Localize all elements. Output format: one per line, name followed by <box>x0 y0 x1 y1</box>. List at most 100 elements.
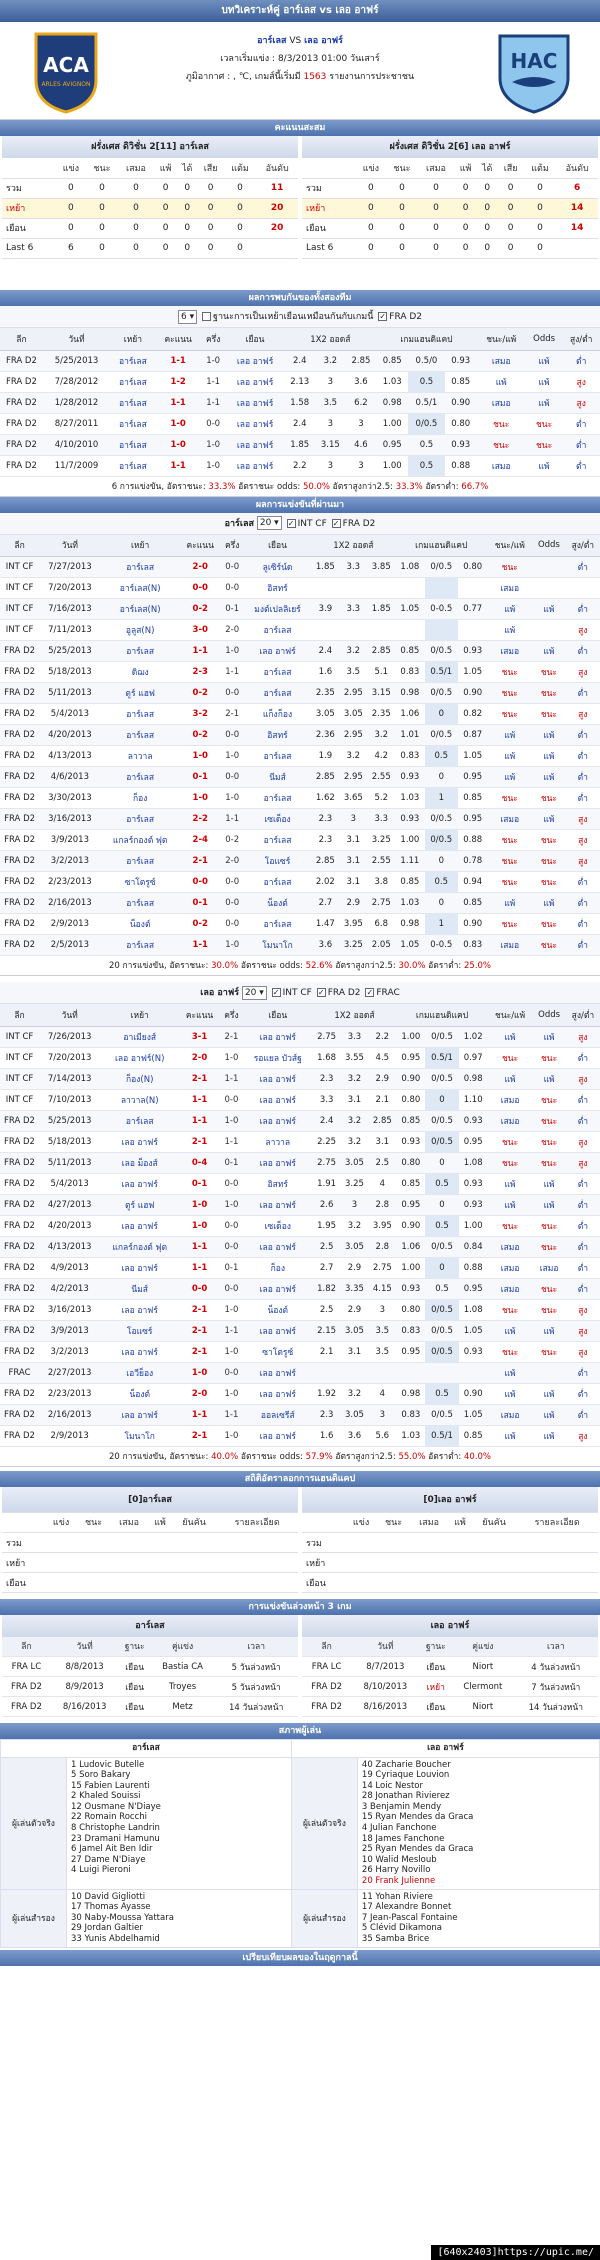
score-link[interactable]: 1-0 <box>179 745 221 767</box>
score-link[interactable]: 0-0 <box>179 577 221 599</box>
row-label[interactable]: Last 6 <box>302 238 356 259</box>
match-row[interactable]: FRA D2 2/23/2013 น็องต์ 2-0 1-0 เลอ อาฟร์ 1.92… <box>0 1383 600 1405</box>
home-team-link[interactable]: เลอ อาฟร์(N) <box>100 1047 180 1069</box>
home-team-link[interactable]: อาร์เลส <box>100 724 180 746</box>
score-link[interactable]: 1-1 <box>155 350 201 372</box>
score-link[interactable]: 2-0 <box>179 556 221 578</box>
away-team-link[interactable]: น็องต์ <box>243 892 312 914</box>
home-team-link[interactable]: อาร์เลส <box>110 350 156 372</box>
fixture-row[interactable]: FRA LC 8/8/2013 เยือน Bastia CA 5 วันล่วงหน้… <box>2 1656 298 1677</box>
score-link[interactable]: 2-1 <box>179 1131 221 1153</box>
home-team-link[interactable]: เลอ อาฟร์ <box>100 1341 180 1363</box>
match-row[interactable]: INT CF 7/27/2013 อาร์เลส 2-0 0-0 ลูเซิร์น์ด 1.… <box>0 556 600 578</box>
score-link[interactable]: 3-2 <box>179 703 221 725</box>
score-link[interactable]: 1-1 <box>179 1404 221 1426</box>
away-frac-checkbox[interactable]: ✓ <box>365 988 375 997</box>
score-link[interactable]: 1-1 <box>179 640 221 662</box>
home-recent-count-select[interactable]: 20 ▾ <box>256 516 282 530</box>
home-team-link[interactable]: อาร์เลส <box>100 556 180 578</box>
home-team-link[interactable]: เอวีย็อง <box>100 1362 180 1384</box>
match-row[interactable]: FRA D2 3/16/2013 เลอ อาฟร์ 2-1 1-0 น็องต์ 2.5 2… <box>0 1299 600 1321</box>
score-link[interactable]: 1-1 <box>179 1257 221 1279</box>
away-team-link[interactable]: เลอ อาฟร์ <box>242 1362 313 1384</box>
match-row[interactable]: FRA D2 4/27/2013 ตูร์ แฮฟ 1-0 1-0 เลอ อาฟร์ 2.… <box>0 1194 600 1216</box>
away-team-link[interactable]: เลอ อาฟร์ <box>225 371 285 393</box>
score-link[interactable]: 1-0 <box>179 1362 221 1384</box>
away-team-link[interactable]: เลอ อาฟร์ <box>242 1236 313 1258</box>
score-link[interactable]: 0-1 <box>179 1173 221 1195</box>
home-team-link[interactable]: เลอ อาฟร์ <box>100 1131 180 1153</box>
away-team-link[interactable]: อิสทร์ <box>243 577 312 599</box>
away-team-link[interactable]: อาร์เลส <box>243 829 312 851</box>
same-venue-checkbox[interactable] <box>201 312 211 321</box>
score-link[interactable]: 2-1 <box>179 1299 221 1321</box>
opponent-link[interactable]: Niort <box>452 1656 514 1677</box>
away-team-link[interactable]: อาร์เลส <box>243 787 312 809</box>
away-team-link[interactable]: เลอ อาฟร์ <box>242 1320 313 1342</box>
score-link[interactable]: 1-2 <box>155 371 201 393</box>
home-team-link[interactable]: ก็อง <box>100 787 180 809</box>
match-row[interactable]: FRA D2 5/4/2013 อาร์เลส 3-2 2-1 แก็งก็อง 3.05 3… <box>0 703 600 725</box>
home-team-link[interactable]: อาร์เลส <box>100 850 180 872</box>
home-team-link[interactable]: เลอ อาฟร์ <box>100 1404 180 1426</box>
away-team-link[interactable]: อาร์เลส <box>243 661 312 683</box>
match-row[interactable]: FRA D2 5/11/2013 ตูร์ แฮฟ 0-2 0-0 อาร์เลส 2.35… <box>0 682 600 704</box>
home-team-link[interactable]: เลอ ม็องส์ <box>100 1152 180 1174</box>
fixture-row[interactable]: FRA D2 8/10/2013 เหย้า Clermont 7 วันล่วงหน้… <box>302 1676 598 1697</box>
home-team-link[interactable]: แกลร์กองต์ ฟุต <box>100 829 180 851</box>
row-label[interactable]: รวม <box>302 178 356 199</box>
match-row[interactable]: FRA D2 5/18/2013 เลอ อาฟร์ 2-1 1-1 ลาวาล 2.25 3… <box>0 1131 600 1153</box>
home-team-link[interactable]: นีมส์ <box>100 1278 180 1300</box>
home-team-link[interactable]: อูลูส(N) <box>100 619 180 641</box>
score-link[interactable]: 2-1 <box>179 1341 221 1363</box>
away-team-link[interactable]: เลอ อาฟร์ <box>242 1152 313 1174</box>
away-team-link[interactable]: เซเด็อง <box>242 1215 313 1237</box>
away-team-link[interactable]: เลอ อาฟร์ <box>242 1194 313 1216</box>
away-team-link[interactable]: ซาโตรูซ์ <box>242 1341 313 1363</box>
home-team-link[interactable]: โมนาโก <box>100 1425 180 1447</box>
match-row[interactable]: FRA D2 4/13/2013 ลาวาล 1-0 1-0 อาร์เลส 1.9 3.2 4… <box>0 745 600 767</box>
score-link[interactable]: 1-1 <box>179 1089 221 1111</box>
away-team-link[interactable]: โอแซร์ <box>243 850 312 872</box>
home-team-link[interactable]: อาร์เลส <box>100 1110 180 1132</box>
match-row[interactable]: INT CF 7/10/2013 ลาวาล(N) 1-1 0-0 เลอ อาฟร์ 3.… <box>0 1089 600 1111</box>
away-team-link[interactable]: เลอ อาฟร์ <box>242 1089 313 1111</box>
home-team-link[interactable]: แกลร์กองต์ ฟุต <box>100 1236 180 1258</box>
away-team-link[interactable]: อาร์เลส <box>243 745 312 767</box>
score-link[interactable]: 0-1 <box>179 766 221 788</box>
home-team-link[interactable]: อาร์เลส <box>100 892 180 914</box>
score-link[interactable]: 2-1 <box>179 1068 221 1090</box>
home-team-link[interactable]: ลาวาล(N) <box>100 1089 180 1111</box>
home-team-link[interactable]: อาเมียงส์ <box>100 1026 180 1048</box>
opponent-link[interactable]: Clermont <box>452 1676 514 1697</box>
away-team-link[interactable]: ลูเซิร์น์ด <box>243 556 312 578</box>
away-team-link[interactable]: โมนาโก <box>243 934 312 956</box>
match-row[interactable]: FRA D2 5/18/2013 ดิฌง 2-3 1-1 อาร์เลส 1.6 3.5 5.… <box>0 661 600 683</box>
away-team-link[interactable]: เลอ อาฟร์ <box>242 1278 313 1300</box>
away-team-link[interactable]: ออลเซรีส์ <box>242 1404 313 1426</box>
away-team-link[interactable]: มงต์เปลลิเยร์ <box>243 598 312 620</box>
opponent-link[interactable]: Bastia CA <box>150 1656 215 1677</box>
score-link[interactable]: 1-0 <box>179 787 221 809</box>
match-row[interactable]: FRA D2 4/10/2010 อาร์เลส 1-0 1-0 เลอ อาฟร์ 1.8… <box>0 434 600 456</box>
home-team-link[interactable]: อาร์เลส <box>257 36 286 46</box>
score-link[interactable]: 0-2 <box>179 598 221 620</box>
match-row[interactable]: FRA D2 4/2/2013 นีมส์ 0-0 0-0 เลอ อาฟร์ 1.82 3.… <box>0 1278 600 1300</box>
away-team-link[interactable]: อิสทร์ <box>242 1173 313 1195</box>
away-team-link[interactable]: เลอ อาฟร์ <box>242 1425 313 1447</box>
match-row[interactable]: FRA D2 5/25/2013 อาร์เลส 1-1 1-0 เลอ อาฟร์ 2.4… <box>0 1110 600 1132</box>
score-link[interactable]: 1-0 <box>155 413 201 435</box>
away-fra-d2-checkbox[interactable]: ✓ <box>316 988 326 997</box>
match-row[interactable]: INT CF 7/20/2013 เลอ อาฟร์(N) 2-0 1-0 รอแยล บ… <box>0 1047 600 1069</box>
score-link[interactable]: 0-4 <box>179 1152 221 1174</box>
match-row[interactable]: FRA D2 5/11/2013 เลอ ม็องส์ 0-4 0-1 เลอ อาฟร์… <box>0 1152 600 1174</box>
match-row[interactable]: FRA D2 2/9/2013 โมนาโก 2-1 1-0 เลอ อาฟร์ 1.6 3.… <box>0 1425 600 1447</box>
away-team-link[interactable]: รอแยล บัวส์ฐ <box>242 1047 313 1069</box>
away-team-link[interactable]: น็องต์ <box>242 1299 313 1321</box>
score-link[interactable]: 0-2 <box>179 682 221 704</box>
score-link[interactable]: 1-0 <box>179 1215 221 1237</box>
home-fra-d2-checkbox[interactable]: ✓ <box>331 518 341 528</box>
home-team-link[interactable]: เลอ อาฟร์ <box>100 1257 180 1279</box>
match-row[interactable]: FRA D2 4/13/2013 แกลร์กองต์ ฟุต 1-1 0-0 เลอ อ… <box>0 1236 600 1258</box>
score-link[interactable]: 1-0 <box>179 1194 221 1216</box>
